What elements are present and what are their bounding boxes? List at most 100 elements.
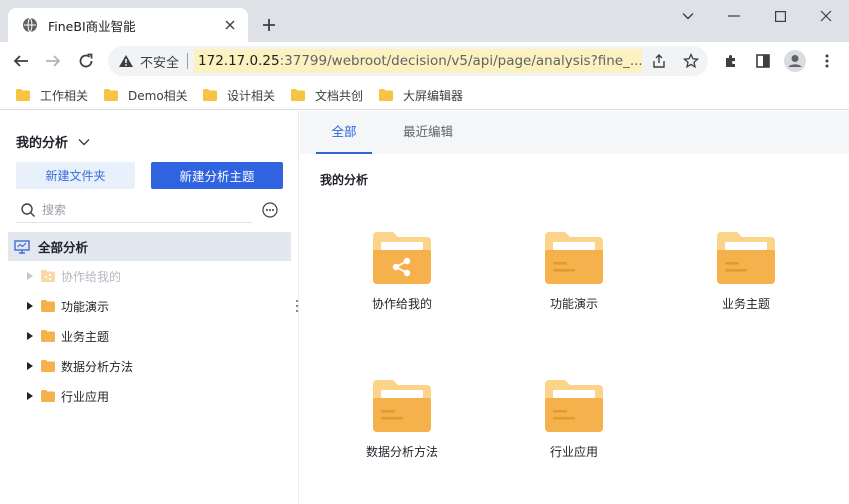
extensions-button[interactable] <box>719 49 743 73</box>
caret-right-icon[interactable] <box>27 392 33 400</box>
folder-card-industry-applications[interactable]: 行业应用 <box>504 380 644 480</box>
folder-card-business-topics[interactable]: 业务主题 <box>676 232 816 332</box>
caret-right-icon[interactable] <box>27 272 33 280</box>
folder-icon <box>717 232 775 284</box>
bookmark-folder[interactable]: 工作相关 <box>16 86 88 104</box>
folder-card-data-analysis-methods[interactable]: 数据分析方法 <box>332 380 472 480</box>
maximize-button[interactable] <box>758 4 802 28</box>
tree-item-business-topics[interactable]: 业务主题 <box>8 321 291 351</box>
back-button[interactable] <box>9 49 33 73</box>
globe-icon <box>23 17 37 33</box>
bookmark-folder[interactable]: 文档共创 <box>291 86 363 104</box>
folder-icon <box>291 89 305 101</box>
tree-root-label: 全部分析 <box>38 240 89 255</box>
minimize-button[interactable] <box>712 4 756 28</box>
tree-item-data-analysis-methods[interactable]: 数据分析方法 <box>8 351 291 381</box>
folder-icon <box>545 232 603 284</box>
share-icon[interactable] <box>650 52 668 70</box>
forward-button[interactable] <box>41 49 65 73</box>
tab-title: FineBI商业智能 <box>48 18 136 34</box>
url-host: 172.17.0.25 <box>198 53 280 69</box>
maximize-icon <box>774 10 786 22</box>
security-status[interactable]: 不安全 <box>140 52 179 71</box>
folder-card-label: 数据分析方法 <box>365 445 438 459</box>
tree-item-label: 行业应用 <box>61 389 110 404</box>
folder-icon <box>41 390 55 402</box>
finebi-app: 我的分析 新建文件夹 新建分析主题 全部分析 协作给我的 功能演示 <box>0 111 849 504</box>
tab-search-button[interactable] <box>666 4 710 28</box>
folder-icon <box>373 380 431 432</box>
tree-item-label: 业务主题 <box>61 329 110 344</box>
folder-icon <box>104 89 118 101</box>
main-panel: 全部 最近编辑 我的分析 协作给我的 功能演示 业务主题 数据分析方法 行业应用 <box>300 111 849 504</box>
new-tab-button[interactable] <box>258 14 280 36</box>
plus-icon <box>263 19 275 31</box>
bookmark-folder[interactable]: Demo相关 <box>104 86 188 104</box>
reload-button[interactable] <box>74 49 98 73</box>
tab-recently-edited[interactable]: 最近编辑 <box>396 111 460 154</box>
bookmark-label: 工作相关 <box>40 88 89 103</box>
folder-icon <box>16 89 30 101</box>
tab-all[interactable]: 全部 <box>316 111 372 154</box>
tree-root-all-analysis[interactable]: 全部分析 <box>8 232 291 261</box>
profile-button[interactable] <box>783 49 807 73</box>
folder-icon <box>203 89 217 101</box>
folder-icon <box>41 300 55 312</box>
folder-icon <box>41 360 55 372</box>
bookmark-label: 大屏编辑器 <box>403 88 464 103</box>
close-icon <box>820 10 832 22</box>
bookmark-label: 文档共创 <box>315 88 364 103</box>
tree-item-label: 数据分析方法 <box>61 359 134 374</box>
bookmark-label: Demo相关 <box>128 88 188 103</box>
close-window-button[interactable] <box>804 4 848 28</box>
tree-item-label: 协作给我的 <box>61 269 122 284</box>
folder-tree: 全部分析 协作给我的 功能演示 业务主题 数据分析方法 行业应用 <box>8 232 291 411</box>
more-options-icon[interactable] <box>262 202 278 218</box>
arrow-left-icon <box>13 55 28 67</box>
bookmark-label: 设计相关 <box>227 88 276 103</box>
bookmark-folder[interactable]: 大屏编辑器 <box>379 86 463 104</box>
main-tabs: 全部 最近编辑 <box>300 111 849 154</box>
search-box <box>16 197 252 223</box>
minimize-icon <box>728 15 740 17</box>
new-folder-button[interactable]: 新建文件夹 <box>16 162 135 189</box>
search-input[interactable] <box>42 202 242 217</box>
tree-item-industry-applications[interactable]: 行业应用 <box>8 381 291 411</box>
chevron-down-icon <box>682 13 694 20</box>
address-bar[interactable]: 不安全 172.17.0.25:37799/webroot/decision/v… <box>108 46 708 76</box>
bookmark-folder[interactable]: 设计相关 <box>203 86 275 104</box>
folder-card-label: 业务主题 <box>721 297 770 311</box>
folder-card-feature-demo[interactable]: 功能演示 <box>504 232 644 332</box>
tree-item-shared-with-me[interactable]: 协作给我的 <box>8 261 291 291</box>
puzzle-icon <box>726 55 735 67</box>
tab-strip: FineBI商业智能 <box>0 0 849 42</box>
new-analysis-topic-button[interactable]: 新建分析主题 <box>151 162 283 189</box>
menu-button[interactable] <box>815 49 839 73</box>
browser-tab[interactable]: FineBI商业智能 <box>8 8 248 42</box>
tree-item-feature-demo[interactable]: 功能演示 <box>8 291 291 321</box>
folder-icon <box>545 380 603 432</box>
monitor-icon <box>14 239 30 254</box>
folder-card-label: 功能演示 <box>549 297 598 311</box>
caret-right-icon[interactable] <box>27 362 33 370</box>
section-title: 我的分析 <box>320 173 369 187</box>
caret-right-icon[interactable] <box>27 302 33 310</box>
search-icon <box>21 202 35 217</box>
folder-card-shared-with-me[interactable]: 协作给我的 <box>332 232 472 332</box>
arrow-right-icon <box>46 55 61 67</box>
url-path: :37799/webroot/decision/v5/api/page/anal… <box>279 53 643 69</box>
close-tab-icon[interactable] <box>222 17 238 33</box>
side-panel-button[interactable] <box>751 49 775 73</box>
omnibox-divider <box>187 53 189 69</box>
reload-icon <box>79 53 93 68</box>
bookmarks-bar: 工作相关 Demo相关 设计相关 文档共创 大屏编辑器 <box>0 80 849 110</box>
sidebar: 我的分析 新建文件夹 新建分析主题 全部分析 协作给我的 功能演示 <box>0 111 299 504</box>
chevron-down-icon <box>78 138 90 145</box>
sidebar-title-dropdown[interactable]: 我的分析 <box>16 132 90 151</box>
star-icon[interactable] <box>682 52 700 70</box>
url-text[interactable]: 172.17.0.25:37799/webroot/decision/v5/ap… <box>194 49 643 73</box>
shared-folder-icon <box>41 270 55 282</box>
folder-icon <box>379 89 393 101</box>
caret-right-icon[interactable] <box>27 332 33 340</box>
folder-icon <box>41 330 55 342</box>
